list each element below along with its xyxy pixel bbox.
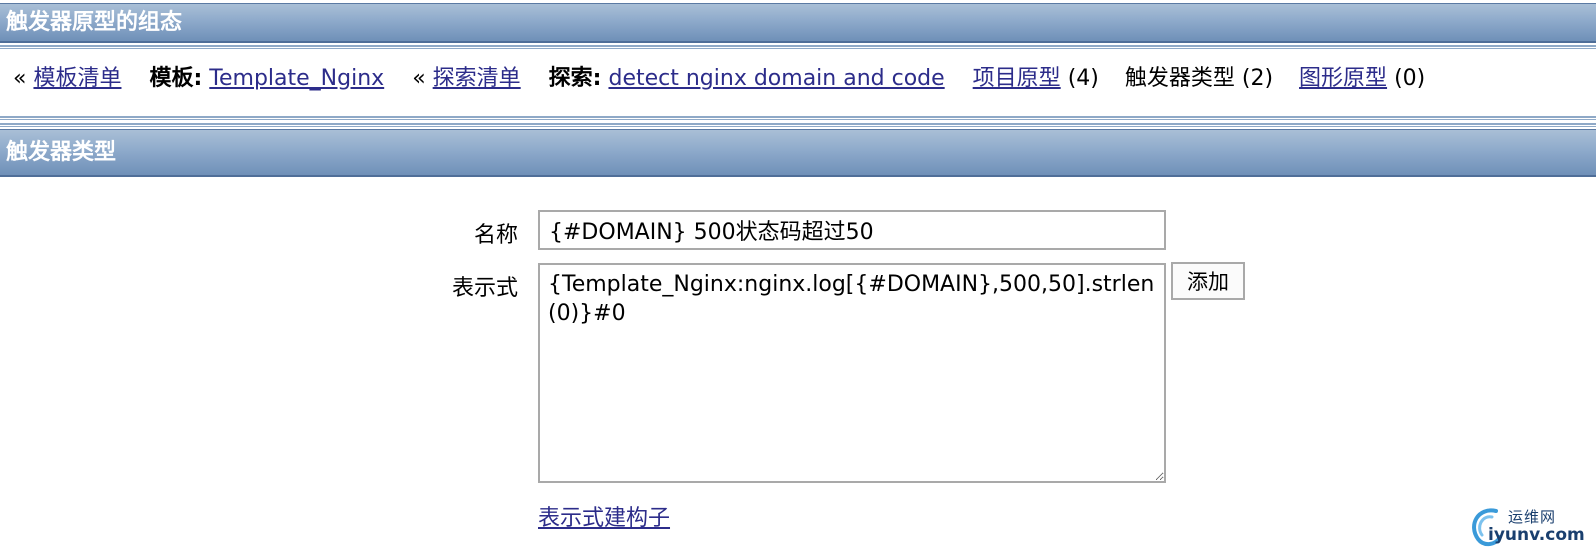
item-prototypes-count: (4)	[1067, 66, 1099, 91]
watermark-logo: 运维网 iyunv.com	[1466, 503, 1585, 549]
back-arrow: «	[13, 66, 27, 91]
page: 触发器原型的组态 « 模板清单 模板: Template_Nginx « 探索清单 探…	[0, 0, 1596, 560]
graph-prototypes-count: (0)	[1394, 66, 1426, 91]
back-arrow: «	[412, 66, 426, 91]
name-label: 名称	[473, 223, 518, 248]
divider	[0, 123, 1596, 127]
item-prototypes-link[interactable]: 项目原型	[973, 66, 1061, 91]
trigger-types-current: 触发器类型	[1124, 66, 1235, 91]
expression-label: 表示式	[451, 276, 518, 301]
discovery-name-link[interactable]: detect nginx domain and code	[608, 66, 944, 91]
expression-builder-link[interactable]: 表示式建构子	[538, 500, 670, 532]
add-button[interactable]: 添加	[1171, 262, 1245, 300]
watermark-cn: 运维网	[1508, 508, 1557, 526]
section-title: 触发器类型	[0, 129, 1596, 177]
divider	[0, 45, 1596, 49]
discovery-label: 探索:	[548, 66, 602, 91]
watermark-en: iyunv.com	[1488, 525, 1585, 545]
page-title: 触发器原型的组态	[0, 3, 1596, 43]
discovery-list-link[interactable]: 探索清单	[433, 66, 521, 91]
template-label: 模板:	[149, 66, 203, 91]
expression-textarea[interactable]: {Template_Nginx:nginx.log[{#DOMAIN},500,…	[538, 263, 1166, 483]
trigger-types-count: (2)	[1241, 66, 1274, 91]
divider	[0, 116, 1596, 120]
breadcrumb: « 模板清单 模板: Template_Nginx « 探索清单 探索: detect…	[13, 62, 1425, 96]
template-name-link[interactable]: Template_Nginx	[209, 66, 384, 91]
graph-prototypes-link[interactable]: 图形原型	[1299, 66, 1387, 91]
template-list-link[interactable]: 模板清单	[33, 66, 121, 91]
name-input[interactable]	[538, 210, 1166, 250]
